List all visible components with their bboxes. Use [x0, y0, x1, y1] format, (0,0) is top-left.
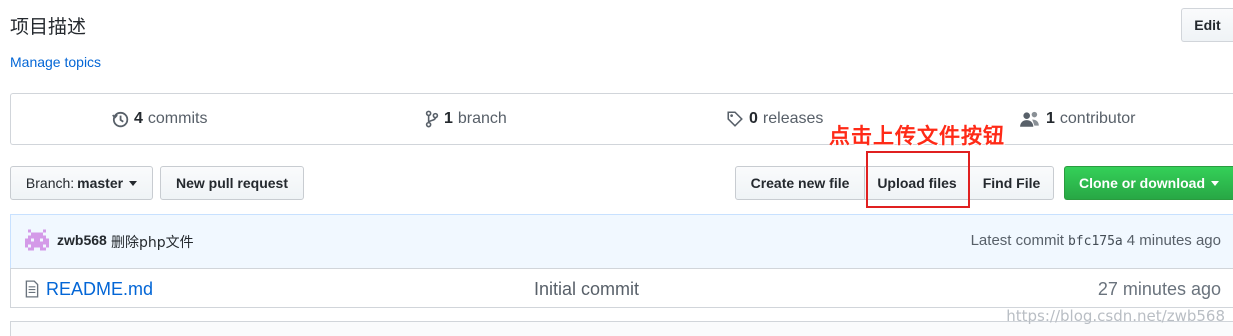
- releases-link[interactable]: 0 releases: [726, 110, 823, 128]
- releases-label: releases: [762, 110, 824, 127]
- commits-count: 4: [134, 110, 143, 127]
- branch-name: master: [77, 175, 124, 191]
- annotation-label: 点击上传文件按钮: [829, 123, 1005, 148]
- commit-message-link[interactable]: 删除php文件: [111, 232, 194, 252]
- repo-summary-bar: 4 commits 1 branch 0 releases 1 contribu…: [10, 93, 1233, 145]
- branch-prefix: Branch:: [25, 175, 75, 191]
- contributors-count: 1: [1046, 110, 1055, 127]
- watermark: https://blog.csdn.net/zwb568: [1006, 307, 1225, 325]
- branches-count: 1: [444, 110, 453, 127]
- file-text-icon: [25, 280, 39, 303]
- new-pull-request-button[interactable]: New pull request: [160, 166, 304, 200]
- people-icon: [1019, 110, 1041, 128]
- commit-age: 4 minutes ago: [1126, 232, 1221, 249]
- chevron-down-icon: [129, 180, 138, 186]
- file-commit-message-link[interactable]: Initial commit: [534, 279, 639, 300]
- clone-label: Clone or download: [1079, 175, 1205, 191]
- branches-link[interactable]: 1 branch: [425, 110, 507, 128]
- table-row: README.md Initial commit 27 minutes ago: [10, 268, 1233, 308]
- contributors-link[interactable]: 1 contributor: [1019, 110, 1136, 128]
- create-new-file-button[interactable]: Create new file: [735, 166, 865, 200]
- releases-count: 0: [749, 110, 758, 127]
- branches-label: branch: [457, 110, 507, 127]
- avatar[interactable]: [25, 229, 49, 251]
- commit-author-link[interactable]: zwb568: [57, 232, 107, 248]
- commit-sha-link[interactable]: bfc175a: [1068, 234, 1123, 249]
- branch-select-button[interactable]: Branch: master: [10, 166, 153, 200]
- edit-button[interactable]: Edit: [1181, 8, 1233, 42]
- latest-commit-prefix: Latest commit: [970, 232, 1064, 249]
- latest-commit-info: Latest commit bfc175a 4 minutes ago: [971, 232, 1221, 249]
- repo-description: 项目描述: [10, 16, 87, 38]
- commits-label: commits: [147, 110, 208, 127]
- git-branch-icon: [425, 110, 439, 128]
- history-icon: [111, 110, 129, 128]
- chevron-down-icon: [1211, 180, 1219, 186]
- annotation-highlight-box: [866, 151, 970, 208]
- latest-commit-bar: zwb568 删除php文件 Latest commit bfc175a 4 m…: [10, 214, 1233, 268]
- find-file-button[interactable]: Find File: [969, 166, 1054, 200]
- tag-icon: [726, 110, 744, 128]
- manage-topics-link[interactable]: Manage topics: [10, 54, 101, 70]
- file-name-link[interactable]: README.md: [46, 279, 153, 300]
- clone-or-download-button[interactable]: Clone or download: [1064, 166, 1233, 200]
- commits-link[interactable]: 4 commits: [111, 110, 207, 128]
- contributors-label: contributor: [1059, 110, 1136, 127]
- file-age: 27 minutes ago: [1097, 279, 1221, 299]
